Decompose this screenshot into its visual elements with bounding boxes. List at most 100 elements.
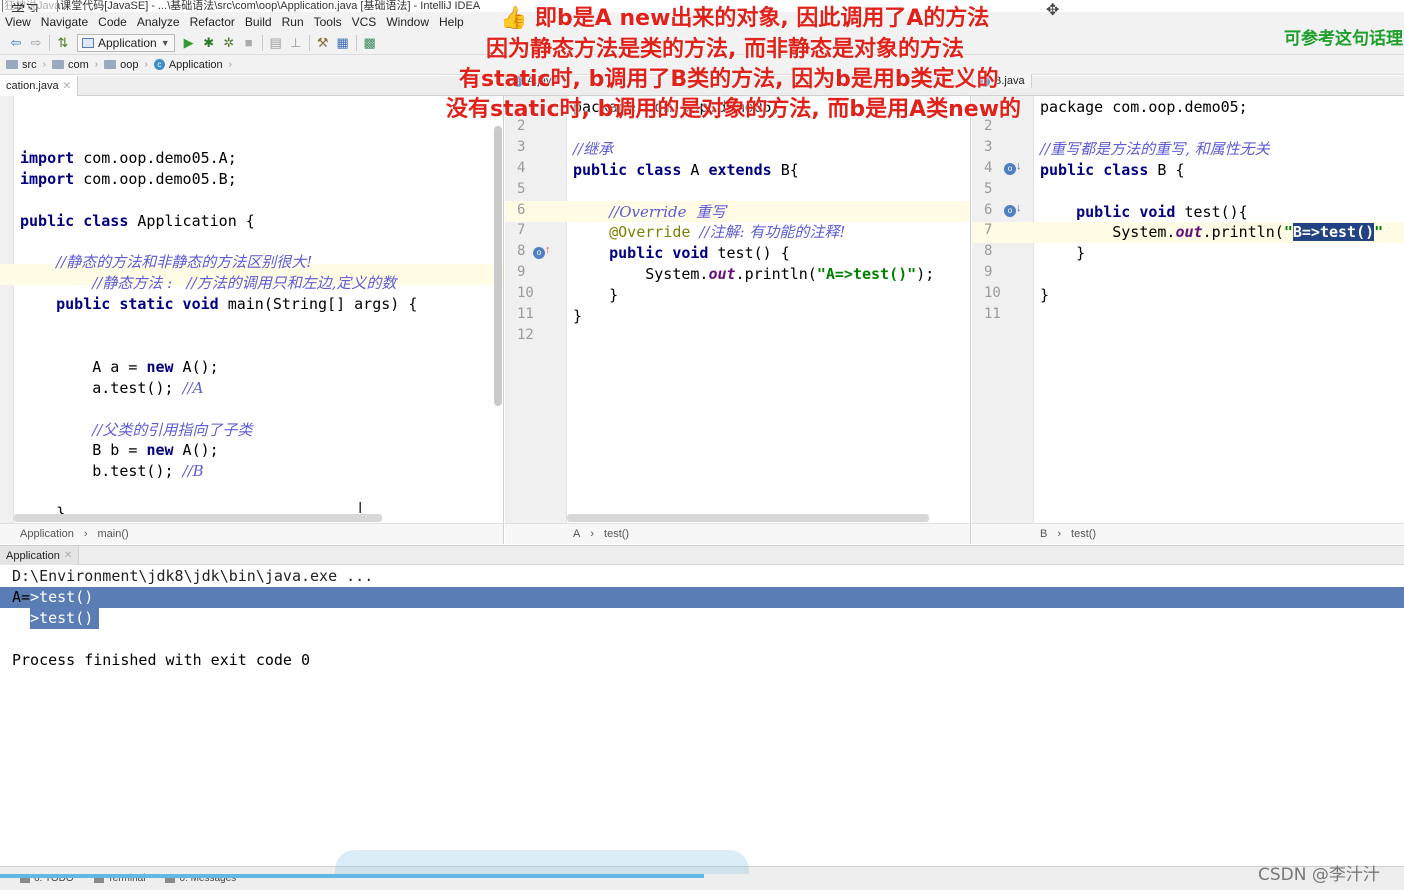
- gutter: [0, 96, 14, 523]
- override-marker-icon[interactable]: o: [533, 247, 545, 259]
- menu-analyze[interactable]: Analyze: [132, 15, 185, 29]
- line-number: 11: [984, 306, 1001, 322]
- code-line: //静态方法 : //方法的调用只和左边,定义的数: [92, 274, 397, 293]
- code-line: package com.oop.demo05;: [1040, 98, 1248, 116]
- crumb-method[interactable]: test(): [1071, 528, 1096, 540]
- line-number: 10: [517, 285, 534, 302]
- line-number: 9: [517, 264, 526, 281]
- line-number: 7: [517, 222, 526, 239]
- console-line-selected: A=>test(): [12, 587, 93, 608]
- coverage-icon[interactable]: ✲: [219, 33, 239, 53]
- settings-icon[interactable]: ⚒: [313, 33, 333, 53]
- close-icon[interactable]: ✕: [63, 81, 71, 92]
- video-progress-bar[interactable]: [0, 874, 704, 878]
- line-number: 3: [984, 138, 993, 155]
- close-icon[interactable]: ✕: [64, 550, 72, 561]
- make-icon[interactable]: ⇅: [53, 33, 73, 53]
- run-tab-label: Application: [6, 549, 60, 562]
- vertical-scrollbar[interactable]: [494, 126, 502, 406]
- crumb-separator: ›: [1057, 528, 1062, 540]
- run-config-select[interactable]: Application ▼: [77, 33, 175, 52]
- arrow-down-icon: ↓: [1016, 160, 1022, 172]
- stop-icon[interactable]: ■: [239, 33, 259, 53]
- run-tab-application[interactable]: Application ✕: [0, 546, 80, 565]
- build-icon[interactable]: ▤: [266, 33, 286, 53]
- line-number: 3: [517, 138, 526, 155]
- crumb-label: Application: [168, 58, 223, 71]
- annotation-line-2: 因为静态方法是类的方法, 而非静态是对象的方法: [486, 37, 965, 62]
- code-line: }: [1040, 244, 1086, 263]
- crumb-class[interactable]: Application: [20, 528, 74, 540]
- video-waveform: [335, 850, 749, 874]
- menu-code[interactable]: Code: [93, 15, 132, 29]
- menu-run[interactable]: Run: [277, 15, 309, 29]
- arrow-up-icon: ↑: [545, 244, 551, 256]
- arrow-down-icon: ↓: [1016, 202, 1022, 214]
- console-text: >test(): [30, 588, 94, 606]
- crumb-method[interactable]: main(): [98, 528, 129, 540]
- menu-vcs[interactable]: VCS: [347, 15, 382, 29]
- folder-icon: [104, 60, 117, 69]
- horizontal-scrollbar[interactable]: [14, 514, 382, 522]
- console-line: D:\Environment\jdk8\jdk\bin\java.exe ...: [12, 567, 374, 585]
- code-line: }: [573, 307, 583, 325]
- code-line: A a = new A();: [20, 357, 219, 376]
- code-line: b.test(); //B: [20, 462, 204, 481]
- watermark: CSDN @李汁汁: [1258, 865, 1380, 885]
- menu-navigate[interactable]: Navigate: [36, 15, 93, 29]
- crumb-application[interactable]: c Application: [148, 59, 229, 71]
- line-number: 6: [517, 201, 526, 218]
- code-line: @Override //注解: 有功能的注释!: [609, 223, 846, 242]
- console-selection: [0, 587, 1404, 608]
- menu-window[interactable]: Window: [381, 15, 434, 29]
- crumb-method[interactable]: test(): [604, 528, 629, 540]
- console-line: Process finished with exit code 0: [12, 651, 311, 669]
- code-line: System.out.println("B=>test()": [1040, 223, 1384, 242]
- crumb-class[interactable]: B: [1040, 528, 1047, 540]
- run-console[interactable]: D:\Environment\jdk8\jdk\bin\java.exe ...…: [0, 566, 1404, 866]
- editor-application[interactable]: import com.oop.demo05.A; import com.oop.d…: [0, 96, 504, 523]
- crumb-com[interactable]: com: [46, 59, 95, 71]
- code-line: //重写都是方法的重写, 和属性无关: [1040, 139, 1270, 158]
- sdk-icon[interactable]: ▦: [333, 33, 353, 53]
- vcs-icon[interactable]: ▩: [360, 33, 380, 53]
- debug-icon[interactable]: ✱: [199, 33, 219, 53]
- crumb-src[interactable]: src: [0, 59, 43, 71]
- folder-icon: [6, 60, 18, 69]
- structure-icon[interactable]: ⊥: [286, 33, 306, 53]
- crumb-separator: ›: [590, 528, 595, 540]
- tab-application-java[interactable]: cation.java ✕: [0, 76, 78, 96]
- crumb-class[interactable]: A: [573, 528, 580, 540]
- menu-view[interactable]: View: [0, 15, 36, 29]
- code-line: public void test(){: [1076, 202, 1248, 221]
- menu-build[interactable]: Build: [240, 15, 277, 29]
- annotation-line-1: 👍 即b是A new出来的对象, 因此调用了A的方法: [500, 6, 990, 31]
- crumb-separator: ›: [228, 59, 233, 70]
- line-number: 5: [984, 180, 993, 197]
- line-number: 4: [517, 159, 526, 176]
- chevron-down-icon: ▼: [160, 37, 170, 48]
- code-line: public static void main(String[] args) {: [56, 295, 418, 314]
- crumb-separator: ›: [83, 528, 88, 540]
- code-line: import com.oop.demo05.A;: [20, 148, 237, 167]
- annotation-line-3: 有static时, b调用了B类的方法, 因为b是用b类定义的: [459, 67, 999, 92]
- overridden-marker-icon[interactable]: o: [1004, 163, 1016, 175]
- line-number: 8: [984, 243, 993, 260]
- line-number: 5: [517, 180, 526, 197]
- run-icon[interactable]: ▶: [179, 33, 199, 53]
- editor-a-java[interactable]: 2 3 4 5 6 7 8 9 10 11 12 package com.oop.demo05;//…: [505, 96, 971, 523]
- menu-help[interactable]: Help: [434, 15, 469, 29]
- overridden-marker-icon[interactable]: o: [1004, 205, 1016, 217]
- code-line: public class B {: [1040, 160, 1185, 179]
- editor-b-java[interactable]: 2 3 4 5 6 7 8 9 10 11 package com.oop.demo05;//重写…: [972, 96, 1404, 523]
- editor-breadcrumb-mid: A › test(): [505, 523, 971, 544]
- menu-refactor[interactable]: Refactor: [185, 15, 240, 29]
- crumb-oop[interactable]: oop: [98, 59, 144, 71]
- menu-tools[interactable]: Tools: [309, 15, 347, 29]
- move-cursor-icon: ✥: [1046, 2, 1060, 19]
- back-icon[interactable]: ⇦: [6, 33, 26, 53]
- horizontal-scrollbar[interactable]: [567, 514, 929, 522]
- text-cursor-icon: I: [358, 500, 363, 517]
- line-number: 9: [984, 264, 993, 281]
- forward-icon[interactable]: ⇨: [26, 33, 46, 53]
